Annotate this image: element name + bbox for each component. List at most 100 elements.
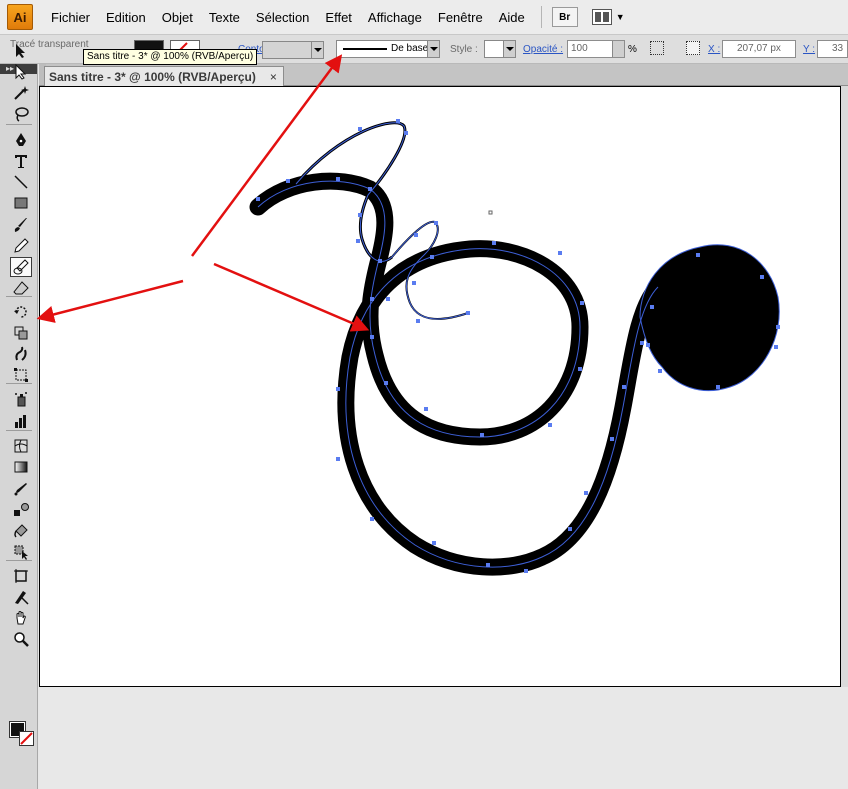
brush-icon	[14, 218, 27, 232]
opacity-stepper[interactable]	[612, 41, 624, 57]
magic-wand-tool[interactable]	[10, 83, 32, 103]
lasso-tool[interactable]	[10, 104, 32, 124]
sprayer-icon	[15, 392, 27, 407]
line-icon	[14, 175, 28, 189]
magic-wand-icon	[14, 86, 29, 100]
selection-tool[interactable]	[10, 41, 32, 61]
document-tooltip: Sans titre - 3* @ 100% (RVB/Aperçu)	[83, 49, 258, 65]
align-reference-icon[interactable]	[686, 41, 700, 55]
chevron-down-icon	[503, 41, 515, 57]
paintbrush-tool[interactable]	[10, 215, 32, 235]
slice-icon	[15, 591, 29, 605]
toolbar-separator	[6, 560, 32, 561]
vertical-scrollbar[interactable]	[841, 86, 848, 687]
pencil-icon	[14, 238, 29, 253]
white-arrow-icon	[15, 64, 27, 80]
lasso-icon	[15, 107, 29, 122]
scale-tool[interactable]	[10, 323, 32, 343]
blob-brush-icon	[13, 259, 29, 275]
warp-icon	[15, 346, 27, 361]
warp-tool[interactable]	[10, 344, 32, 364]
artwork	[249, 119, 780, 576]
blend-tool[interactable]	[10, 500, 32, 520]
blend-icon	[14, 503, 29, 516]
slice-tool[interactable]	[10, 587, 32, 607]
canvas-area[interactable]	[39, 86, 848, 789]
chevron-down-icon	[427, 41, 439, 57]
menu-fenetre[interactable]: Fenêtre	[430, 0, 491, 35]
opacity-value: 100	[571, 43, 588, 54]
pen-icon	[16, 133, 26, 146]
live-paint-select-icon	[14, 545, 28, 560]
arrange-documents-button[interactable]: ▼	[591, 9, 625, 25]
graph-tool[interactable]	[10, 411, 32, 431]
menu-bar: Ai Fichier Edition Objet Texte Sélection…	[0, 0, 848, 35]
document-tab-title: Sans titre - 3* @ 100% (RVB/Aperçu)	[49, 69, 256, 84]
hand-icon	[16, 611, 26, 625]
stroke-weight-dropdown[interactable]	[262, 41, 324, 59]
y-coordinate-value: 33	[832, 43, 844, 54]
free-transform-icon	[14, 368, 28, 382]
stroke-color-swatch[interactable]	[19, 731, 34, 746]
close-icon[interactable]: ×	[270, 70, 277, 84]
pencil-tool[interactable]	[10, 236, 32, 256]
illustrator-logo: Ai	[7, 4, 33, 30]
arrow-icon	[16, 44, 25, 58]
zoom-tool[interactable]	[10, 629, 32, 649]
blob-brush-tool[interactable]	[10, 257, 32, 277]
bridge-button[interactable]: Br	[551, 7, 578, 27]
graphic-style-dropdown[interactable]	[484, 40, 516, 58]
toolbar-separator	[6, 383, 32, 384]
x-coordinate-input[interactable]: 207,07 px	[722, 40, 796, 58]
graph-icon	[15, 415, 26, 428]
stroke-profile-dropdown[interactable]: De base	[336, 40, 440, 58]
document-tab-bar: Sans titre - 3* @ 100% (RVB/Aperçu) ×	[39, 64, 848, 86]
y-coordinate-input[interactable]: 33	[817, 40, 848, 58]
menu-texte[interactable]: Texte	[201, 0, 248, 35]
rectangle-tool[interactable]	[10, 193, 32, 213]
menu-aide[interactable]: Aide	[491, 0, 533, 35]
symbol-sprayer-tool[interactable]	[10, 389, 32, 409]
y-coordinate-label[interactable]: Y :	[803, 44, 815, 55]
mesh-icon	[14, 439, 28, 453]
menu-edition[interactable]: Edition	[98, 0, 154, 35]
menu-objet[interactable]: Objet	[154, 0, 201, 35]
document-tab[interactable]: Sans titre - 3* @ 100% (RVB/Aperçu) ×	[44, 66, 284, 86]
live-paint-selection-tool[interactable]	[10, 542, 32, 562]
x-coordinate-label[interactable]: X :	[708, 44, 720, 55]
toolbar-separator	[6, 430, 32, 431]
thick-stroke-main	[249, 172, 667, 576]
type-tool[interactable]	[10, 151, 32, 171]
arrange-documents-icon	[591, 9, 612, 25]
menu-effet[interactable]: Effet	[317, 0, 360, 35]
eraser-tool[interactable]	[10, 278, 32, 298]
free-transform-tool[interactable]	[10, 365, 32, 385]
pen-tool[interactable]	[10, 130, 32, 150]
mesh-tool[interactable]	[10, 436, 32, 456]
menu-affichage[interactable]: Affichage	[360, 0, 430, 35]
menu-selection[interactable]: Sélection	[248, 0, 317, 35]
x-coordinate-value: 207,07 px	[737, 43, 781, 54]
live-paint-tool[interactable]	[10, 521, 32, 541]
stroke-profile-value: De base	[391, 43, 429, 54]
toolbar-separator	[6, 124, 32, 125]
opacity-unit: %	[628, 44, 637, 55]
gradient-tool[interactable]	[10, 457, 32, 477]
opacity-link[interactable]: Opacité :	[523, 44, 563, 55]
transform-reference-icon[interactable]	[650, 41, 664, 55]
eraser-icon	[13, 281, 29, 295]
menu-fichier[interactable]: Fichier	[43, 0, 98, 35]
line-tool[interactable]	[10, 172, 32, 192]
chevron-down-icon: ▼	[615, 12, 625, 22]
eyedropper-tool[interactable]	[10, 479, 32, 499]
opacity-input[interactable]: 100	[567, 40, 625, 58]
direct-selection-tool[interactable]	[10, 62, 32, 82]
artboard-tool[interactable]	[10, 566, 32, 586]
rotate-icon	[14, 306, 27, 318]
hand-tool[interactable]	[10, 608, 32, 628]
fill-stroke-widget[interactable]	[8, 721, 36, 750]
artboard[interactable]	[39, 86, 841, 687]
rotate-tool[interactable]	[10, 302, 32, 322]
artboard-icon	[14, 569, 28, 583]
toolbar-separator	[6, 296, 32, 297]
